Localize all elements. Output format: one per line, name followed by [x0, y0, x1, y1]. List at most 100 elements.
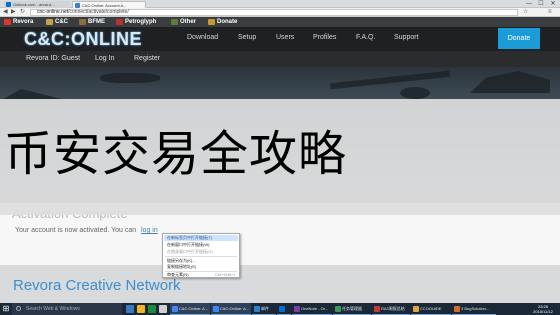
menu-icon[interactable]: ≡: [548, 9, 552, 16]
donate-button[interactable]: Donate: [498, 28, 540, 49]
login-link[interactable]: Log In: [95, 55, 114, 62]
nav-setup[interactable]: Setup: [238, 34, 256, 41]
store-icon[interactable]: [148, 305, 156, 313]
ctx-label: 链接另存为(K)...: [167, 258, 196, 263]
bookmark-bfme[interactable]: BFME: [79, 18, 105, 26]
document-icon: [454, 306, 460, 312]
taskbar-app-task-manager[interactable]: 任务管理器: [333, 303, 371, 315]
other-icon: [171, 19, 178, 25]
search-icon: [16, 306, 21, 311]
taskbar-app-unknown[interactable]: [277, 303, 291, 315]
document-icon: [374, 306, 380, 312]
nav-users[interactable]: Users: [276, 34, 294, 41]
bookmark-label: Revora: [13, 19, 34, 25]
revora-id-label: Revora ID: Guest: [26, 55, 81, 62]
account-bar: [0, 51, 560, 67]
task-manager-icon: [335, 306, 341, 312]
app-label: C&C:Online: A...: [179, 306, 209, 311]
bookmark-other[interactable]: Other: [171, 18, 196, 26]
close-window-button[interactable]: ✕: [547, 0, 559, 8]
tab-outlook[interactable]: Outlook.com - anna.d...: [4, 1, 70, 8]
reload-icon[interactable]: ↻: [20, 9, 25, 16]
chrome-icon: [172, 306, 178, 312]
page-content: [0, 215, 560, 265]
folder-icon: [413, 306, 419, 312]
bookmarks-bar: Revora C&C BFME Petroglyph Other Donate: [0, 17, 560, 27]
nav-profiles[interactable]: Profiles: [313, 34, 336, 41]
outlook-icon: [6, 2, 11, 7]
site-logo[interactable]: C&C:ONLINE: [24, 29, 142, 50]
url-host: cnc-online.net: [37, 9, 69, 15]
app-label: OneNote - Or...: [301, 306, 329, 311]
donate-icon: [208, 19, 215, 25]
ctx-label: 在隐身窗口中打开链接(G): [167, 249, 213, 254]
chrome-icon: [213, 306, 219, 312]
back-icon[interactable]: ◀: [3, 9, 8, 16]
maximize-button[interactable]: ☐: [535, 0, 547, 8]
app-label: 邮件: [261, 306, 269, 311]
ctx-label: 审查元素(N): [167, 272, 189, 277]
taskbar-app-mail[interactable]: 邮件: [252, 303, 276, 315]
ctx-shortcut: Ctrl+Shift+I: [214, 272, 235, 277]
search-placeholder: Search Web & Windows: [26, 306, 80, 312]
register-link[interactable]: Register: [134, 55, 160, 62]
taskbar-search-box[interactable]: Search Web & Windows: [12, 303, 122, 315]
bookmark-revora[interactable]: Revora: [4, 18, 33, 26]
bookmark-label: C&C: [55, 19, 68, 25]
app-label: 任务管理器: [342, 306, 362, 311]
url-path: /connect/activate/complete/: [68, 9, 129, 15]
bookmark-label: Other: [180, 19, 197, 25]
ctx-label: 在新窗口中打开链接(W): [167, 242, 210, 247]
taskbar-app-chrome-1[interactable]: C&C:Online: A...: [170, 303, 210, 315]
windows-start-icon[interactable]: ⊞: [0, 303, 12, 315]
ctx-inspect[interactable]: 审查元素(N) Ctrl+Shift+I: [164, 272, 238, 278]
mail-icon: [254, 306, 260, 312]
ctx-open-incognito[interactable]: 在隐身窗口中打开链接(G): [164, 249, 238, 255]
url-input[interactable]: cnc-online.net/connect/activate/complete…: [30, 9, 518, 16]
app-label: C&C:Online: A...: [220, 306, 250, 311]
revora-icon: [4, 19, 11, 25]
bfme-icon: [79, 19, 86, 25]
bookmark-donate[interactable]: Donate: [208, 18, 237, 26]
ctx-label: 复制链接地址(E): [167, 264, 197, 269]
ctx-open-new-window[interactable]: 在新窗口中打开链接(W): [164, 242, 238, 248]
taskbar-app-ra3[interactable]: RA3周报总结: [372, 303, 410, 315]
ctx-open-new-tab[interactable]: 在新标签页中打开链接(T): [164, 235, 238, 241]
nav-support[interactable]: Support: [394, 34, 419, 41]
taskbar-app-onenote[interactable]: OneNote - Or...: [292, 303, 332, 315]
app-label: CCOGUIDE: [420, 306, 442, 311]
taskbar-clock[interactable]: 23:26 2015/11/12: [528, 304, 558, 314]
minimize-button[interactable]: —: [523, 0, 535, 8]
ctx-label: 在新标签页中打开链接(T): [167, 235, 213, 240]
cnc-icon: [46, 19, 53, 25]
taskbar-app-bugsolution[interactable]: 3 BugSolution...: [452, 303, 496, 315]
app-label: RA3周报总结: [381, 306, 405, 311]
star-icon[interactable]: ☆: [523, 9, 528, 16]
forward-icon[interactable]: ▶: [11, 9, 16, 16]
app-label: 3 BugSolution...: [461, 306, 490, 311]
clock-date: 2015/11/12: [533, 309, 553, 314]
ctx-copy-link[interactable]: 复制链接地址(E): [164, 264, 238, 270]
file-explorer-icon[interactable]: [137, 305, 145, 313]
tab-label: Outlook.com - anna.d...: [13, 2, 55, 7]
bookmark-label: Petroglyph: [125, 19, 157, 25]
taskbar-app-ccoguide[interactable]: CCOGUIDE: [411, 303, 451, 315]
bookmark-petroglyph[interactable]: Petroglyph: [116, 18, 156, 26]
ctx-separator: [165, 256, 237, 257]
nav-download[interactable]: Download: [187, 34, 218, 41]
bookmark-label: BFME: [88, 19, 105, 25]
watermark-text: 币安交易全攻略: [4, 128, 348, 181]
petroglyph-icon: [116, 19, 123, 25]
taskbar-app-chrome-2[interactable]: C&C:Online: A...: [211, 303, 251, 315]
nav-faq[interactable]: F.A.Q.: [356, 34, 375, 41]
address-toolbar: ◀ ▶ ↻ cnc-online.net/connect/activate/co…: [0, 8, 560, 17]
chrome-pinned-icon[interactable]: [159, 305, 167, 313]
bookmark-label: Donate: [217, 19, 238, 25]
task-view-icon[interactable]: [126, 305, 134, 313]
tab-cnc-online[interactable]: C&C:Online: Account A...: [72, 1, 146, 8]
activation-message: Your account is now activated. You can: [15, 227, 137, 234]
activation-login-link[interactable]: log in: [141, 227, 158, 234]
footer-title: Revora Creative Network: [13, 277, 181, 294]
bookmark-cnc[interactable]: C&C: [46, 18, 68, 26]
browser-tab-strip: Outlook.com - anna.d... C&C:Online: Acco…: [0, 0, 560, 8]
